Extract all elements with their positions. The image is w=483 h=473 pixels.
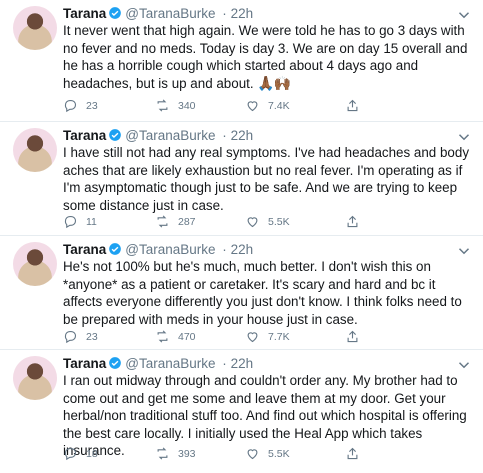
- reply-count: 11: [86, 215, 97, 228]
- retweet-count: 287: [178, 215, 196, 228]
- retweet-count: 470: [178, 330, 196, 343]
- verified-badge-icon: [109, 357, 122, 369]
- display-name[interactable]: Tarana: [63, 242, 106, 257]
- tweet-actions: 11 287 5.5K: [63, 214, 393, 232]
- reply-button[interactable]: 18: [63, 446, 98, 461]
- tweet-actions: 23 470 7.7K: [63, 329, 393, 347]
- tweet-header: Tarana @TaranaBurke · 22h: [63, 242, 253, 257]
- tweet-header: Tarana @TaranaBurke · 22h: [63, 6, 253, 21]
- tweet-actions: 18 393 5.5K: [63, 446, 393, 464]
- reply-button[interactable]: 23: [63, 329, 98, 344]
- retweet-count: 393: [178, 447, 196, 460]
- retweet-icon: [157, 99, 168, 112]
- like-count: 7.4K: [268, 99, 290, 112]
- heart-icon: [247, 332, 258, 343]
- reply-icon: [64, 330, 77, 344]
- timestamp[interactable]: 22h: [231, 356, 254, 371]
- retweet-button[interactable]: 340: [155, 98, 196, 113]
- reply-count: 23: [86, 99, 98, 112]
- timestamp[interactable]: 22h: [231, 128, 254, 143]
- reply-button[interactable]: 11: [63, 214, 97, 229]
- tweet[interactable]: Tarana @TaranaBurke · 22h It never went t…: [0, 0, 483, 122]
- share-icon: [347, 215, 358, 228]
- avatar[interactable]: [13, 356, 57, 400]
- emoji: 🙏🏾🙌🏾: [257, 74, 291, 91]
- reply-icon: [64, 215, 77, 229]
- heart-icon: [247, 101, 258, 112]
- heart-icon: [247, 217, 258, 228]
- verified-badge-icon: [109, 243, 122, 255]
- display-name[interactable]: Tarana: [63, 128, 106, 143]
- tweet[interactable]: Tarana @TaranaBurke · 22h He's not 100% b…: [0, 236, 483, 350]
- separator: ·: [222, 242, 227, 257]
- tweet-text: I have still not had any real symptoms. …: [63, 145, 470, 213]
- reply-count: 23: [86, 330, 98, 343]
- separator: ·: [222, 128, 227, 143]
- tweet[interactable]: Tarana @TaranaBurke · 22h I ran out midwa…: [0, 350, 483, 473]
- share-icon: [347, 447, 358, 460]
- share-button[interactable]: [345, 214, 360, 229]
- retweet-icon: [157, 447, 168, 460]
- reply-count: 18: [86, 447, 98, 460]
- retweet-count: 340: [178, 99, 196, 112]
- tweet-header: Tarana @TaranaBurke · 22h: [63, 356, 253, 371]
- reply-icon: [64, 447, 77, 461]
- retweet-button[interactable]: 287: [155, 214, 196, 229]
- like-button[interactable]: 5.5K: [245, 214, 290, 229]
- like-count: 7.7K: [268, 330, 290, 343]
- like-count: 5.5K: [268, 447, 290, 460]
- like-count: 5.5K: [268, 215, 290, 228]
- share-icon: [347, 330, 358, 343]
- verified-badge-icon: [109, 7, 122, 19]
- share-icon: [347, 99, 358, 112]
- share-button[interactable]: [345, 98, 360, 113]
- separator: ·: [222, 6, 227, 21]
- retweet-button[interactable]: 470: [155, 329, 196, 344]
- tweet-text: It never went that high again. We were t…: [63, 22, 473, 92]
- heart-icon: [247, 449, 258, 460]
- user-handle[interactable]: @TaranaBurke: [125, 128, 215, 143]
- user-handle[interactable]: @TaranaBurke: [125, 356, 215, 371]
- user-handle[interactable]: @TaranaBurke: [125, 6, 215, 21]
- retweet-button[interactable]: 393: [155, 446, 196, 461]
- like-button[interactable]: 5.5K: [245, 446, 290, 461]
- like-button[interactable]: 7.4K: [245, 98, 290, 113]
- user-handle[interactable]: @TaranaBurke: [125, 242, 215, 257]
- timestamp[interactable]: 22h: [231, 6, 254, 21]
- avatar[interactable]: [13, 242, 57, 286]
- display-name[interactable]: Tarana: [63, 356, 106, 371]
- reply-icon: [64, 99, 77, 113]
- share-button[interactable]: [345, 446, 360, 461]
- verified-badge-icon: [109, 129, 122, 141]
- tweet-text: He's not 100% but he's much, much better…: [63, 259, 462, 327]
- avatar[interactable]: [13, 128, 57, 172]
- display-name[interactable]: Tarana: [63, 6, 106, 21]
- separator: ·: [222, 356, 227, 371]
- retweet-icon: [157, 330, 168, 343]
- like-button[interactable]: 7.7K: [245, 329, 290, 344]
- tweet[interactable]: Tarana @TaranaBurke · 22h I have still no…: [0, 122, 483, 236]
- retweet-icon: [157, 215, 168, 228]
- timestamp[interactable]: 22h: [231, 242, 254, 257]
- share-button[interactable]: [345, 329, 360, 344]
- reply-button[interactable]: 23: [63, 98, 98, 113]
- tweet-header: Tarana @TaranaBurke · 22h: [63, 128, 253, 143]
- tweet-actions: 23 340 7.4K: [63, 98, 393, 116]
- avatar[interactable]: [13, 6, 57, 50]
